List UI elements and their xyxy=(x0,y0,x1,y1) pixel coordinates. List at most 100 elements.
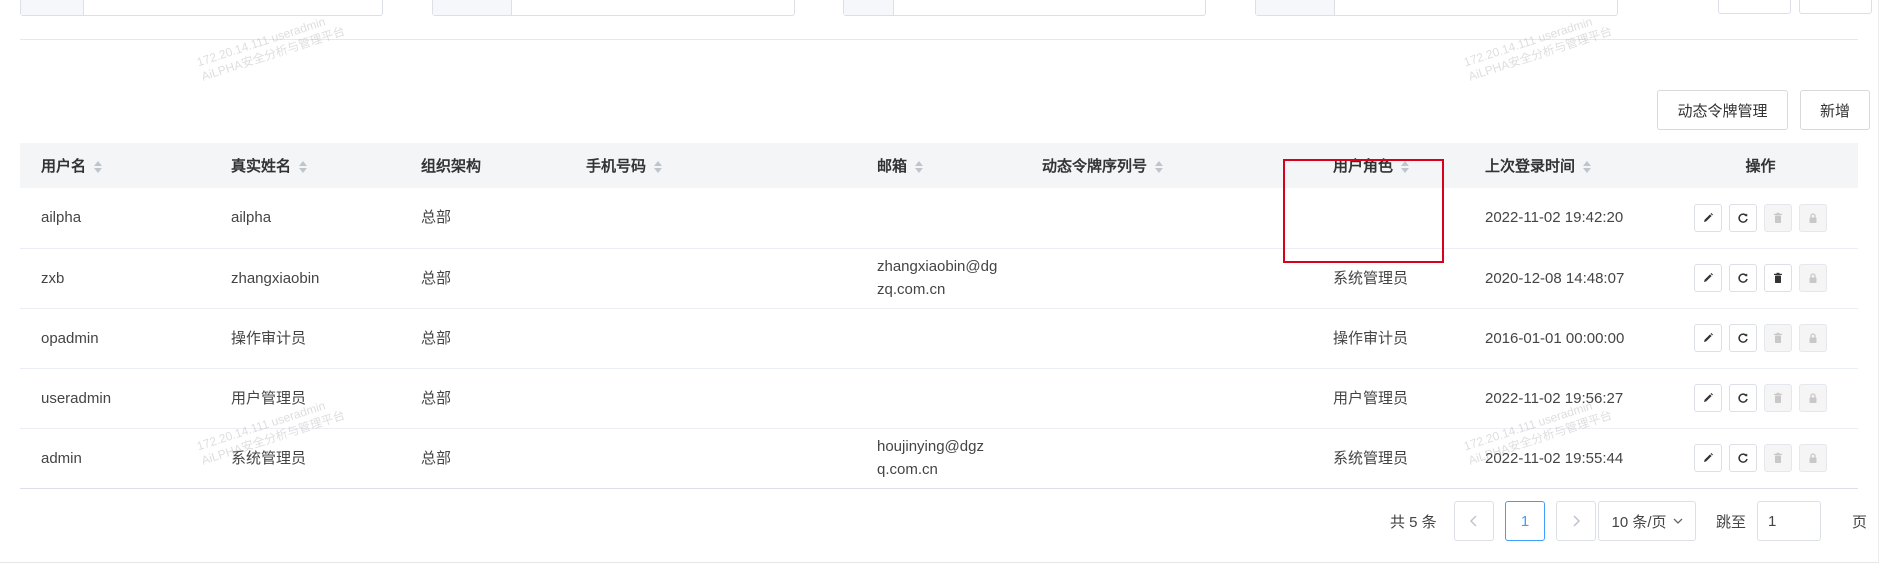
token-serial-cell xyxy=(1021,428,1312,488)
reset-icon xyxy=(1737,392,1749,404)
column-header[interactable]: 上次登录时间 xyxy=(1464,143,1663,188)
sort-icon[interactable] xyxy=(1583,161,1592,174)
edit-button[interactable] xyxy=(1694,203,1722,232)
next-page-button[interactable] xyxy=(1556,501,1596,541)
filter-role-field[interactable] xyxy=(843,0,1206,16)
reset-password-button[interactable] xyxy=(1729,324,1757,352)
column-header[interactable]: 动态令牌序列号 xyxy=(1021,143,1312,188)
email-cell xyxy=(856,308,1021,368)
filter-label xyxy=(1256,0,1335,15)
table-row: zxb zhangxiaobin 总部 zhangxiaobin@dg zq.com.c… xyxy=(20,248,1858,308)
page-1-button[interactable]: 1 xyxy=(1505,501,1545,541)
phone-cell xyxy=(565,308,856,368)
filter-label xyxy=(433,0,512,15)
phone-cell xyxy=(565,248,856,308)
lock-icon xyxy=(1807,212,1819,224)
org-cell: 总部 xyxy=(421,209,452,227)
user-management-panel: 动态令牌管理 新增 用户名 真实姓名 组织架构 手机号码 邮箱 动态令牌序列号 用户角色 上次… xyxy=(0,0,1879,563)
lock-icon xyxy=(1807,272,1819,284)
sort-icon[interactable] xyxy=(915,161,924,174)
delete-icon xyxy=(1772,392,1784,404)
email-cell: zhangxiaobin@dg zq.com.cn xyxy=(877,258,998,298)
filter-realname-field[interactable] xyxy=(432,0,795,16)
email-cell xyxy=(856,188,1021,248)
reset-password-button[interactable] xyxy=(1729,264,1757,292)
prev-page-button[interactable] xyxy=(1454,501,1494,541)
last-login-cell: 2016-01-01 00:00:00 xyxy=(1485,329,1625,347)
column-header: 操作 xyxy=(1663,143,1858,188)
edit-button[interactable] xyxy=(1694,444,1722,472)
delete-button xyxy=(1764,203,1792,232)
column-header-label: 邮箱 xyxy=(877,158,908,175)
column-header[interactable]: 真实姓名 xyxy=(210,143,400,188)
role-cell: 用户管理员 xyxy=(1333,389,1409,407)
add-user-button[interactable]: 新增 xyxy=(1800,90,1870,130)
last-login-cell: 2022-11-02 19:55:44 xyxy=(1485,449,1624,467)
edit-button[interactable] xyxy=(1694,384,1722,412)
delete-button xyxy=(1764,324,1792,352)
chevron-down-icon xyxy=(1673,518,1682,524)
delete-button[interactable] xyxy=(1764,264,1792,292)
actions-cell xyxy=(1663,248,1858,308)
delete-icon xyxy=(1772,272,1784,284)
reset-icon xyxy=(1737,332,1749,344)
username-cell: admin xyxy=(41,449,82,467)
filter-org-field[interactable] xyxy=(1255,0,1618,16)
token-management-button[interactable]: 动态令牌管理 xyxy=(1657,90,1788,130)
lock-button xyxy=(1799,444,1827,472)
actions-cell xyxy=(1663,428,1858,488)
column-header-label: 真实姓名 xyxy=(231,158,292,175)
username-cell: ailpha xyxy=(41,209,82,227)
page-size-select[interactable]: 10 条/页 xyxy=(1598,501,1696,541)
realname-cell: 操作审计员 xyxy=(231,329,307,347)
org-cell: 总部 xyxy=(421,269,452,287)
edit-icon xyxy=(1702,452,1714,464)
search-button[interactable] xyxy=(1718,0,1791,14)
jump-page-input[interactable] xyxy=(1757,501,1821,541)
email-cell: houjinying@dgz q.com.cn xyxy=(877,438,984,478)
filter-username-field[interactable] xyxy=(20,0,383,16)
reset-password-button[interactable] xyxy=(1729,203,1757,232)
token-serial-cell xyxy=(1021,248,1312,308)
reset-button[interactable] xyxy=(1799,0,1872,14)
email-cell xyxy=(856,368,1021,428)
sort-icon[interactable] xyxy=(654,161,663,174)
realname-cell: 系统管理员 xyxy=(231,449,307,467)
reset-password-button[interactable] xyxy=(1729,384,1757,412)
token-serial-cell xyxy=(1021,308,1312,368)
sort-icon[interactable] xyxy=(94,161,103,174)
column-header[interactable]: 手机号码 xyxy=(565,143,856,188)
reset-icon xyxy=(1737,452,1749,464)
column-header[interactable]: 邮箱 xyxy=(856,143,1021,188)
sort-icon[interactable] xyxy=(1155,161,1164,174)
delete-icon xyxy=(1772,452,1784,464)
username-cell: opadmin xyxy=(41,329,99,347)
actions-cell xyxy=(1663,188,1858,248)
user-table: 用户名 真实姓名 组织架构 手机号码 邮箱 动态令牌序列号 用户角色 上次登录时间 操作 ail… xyxy=(20,143,1858,489)
username-cell: useradmin xyxy=(41,389,112,407)
phone-cell xyxy=(565,368,856,428)
column-header[interactable]: 用户名 xyxy=(20,143,210,188)
reset-password-button[interactable] xyxy=(1729,444,1757,472)
role-cell: 系统管理员 xyxy=(1333,449,1409,467)
last-login-cell: 2022-11-02 19:56:27 xyxy=(1485,389,1624,407)
actions-cell xyxy=(1663,368,1858,428)
phone-cell xyxy=(565,428,856,488)
divider xyxy=(20,39,1858,40)
table-row: admin 系统管理员 总部 houjinying@dgz q.com.cn 系统管理员 2… xyxy=(20,428,1858,488)
phone-cell xyxy=(565,188,856,248)
lock-button xyxy=(1799,203,1827,232)
edit-button[interactable] xyxy=(1694,324,1722,352)
token-serial-cell xyxy=(1021,368,1312,428)
realname-cell: 用户管理员 xyxy=(231,389,307,407)
sort-icon[interactable] xyxy=(299,161,308,174)
lock-button xyxy=(1799,384,1827,412)
column-header-label: 动态令牌序列号 xyxy=(1042,158,1148,175)
column-header-label: 手机号码 xyxy=(586,158,647,175)
edit-button[interactable] xyxy=(1694,264,1722,292)
column-header-label: 组织架构 xyxy=(421,158,482,175)
filter-label xyxy=(21,0,84,15)
lock-button xyxy=(1799,324,1827,352)
edit-icon xyxy=(1702,272,1714,284)
reset-icon xyxy=(1737,272,1749,284)
